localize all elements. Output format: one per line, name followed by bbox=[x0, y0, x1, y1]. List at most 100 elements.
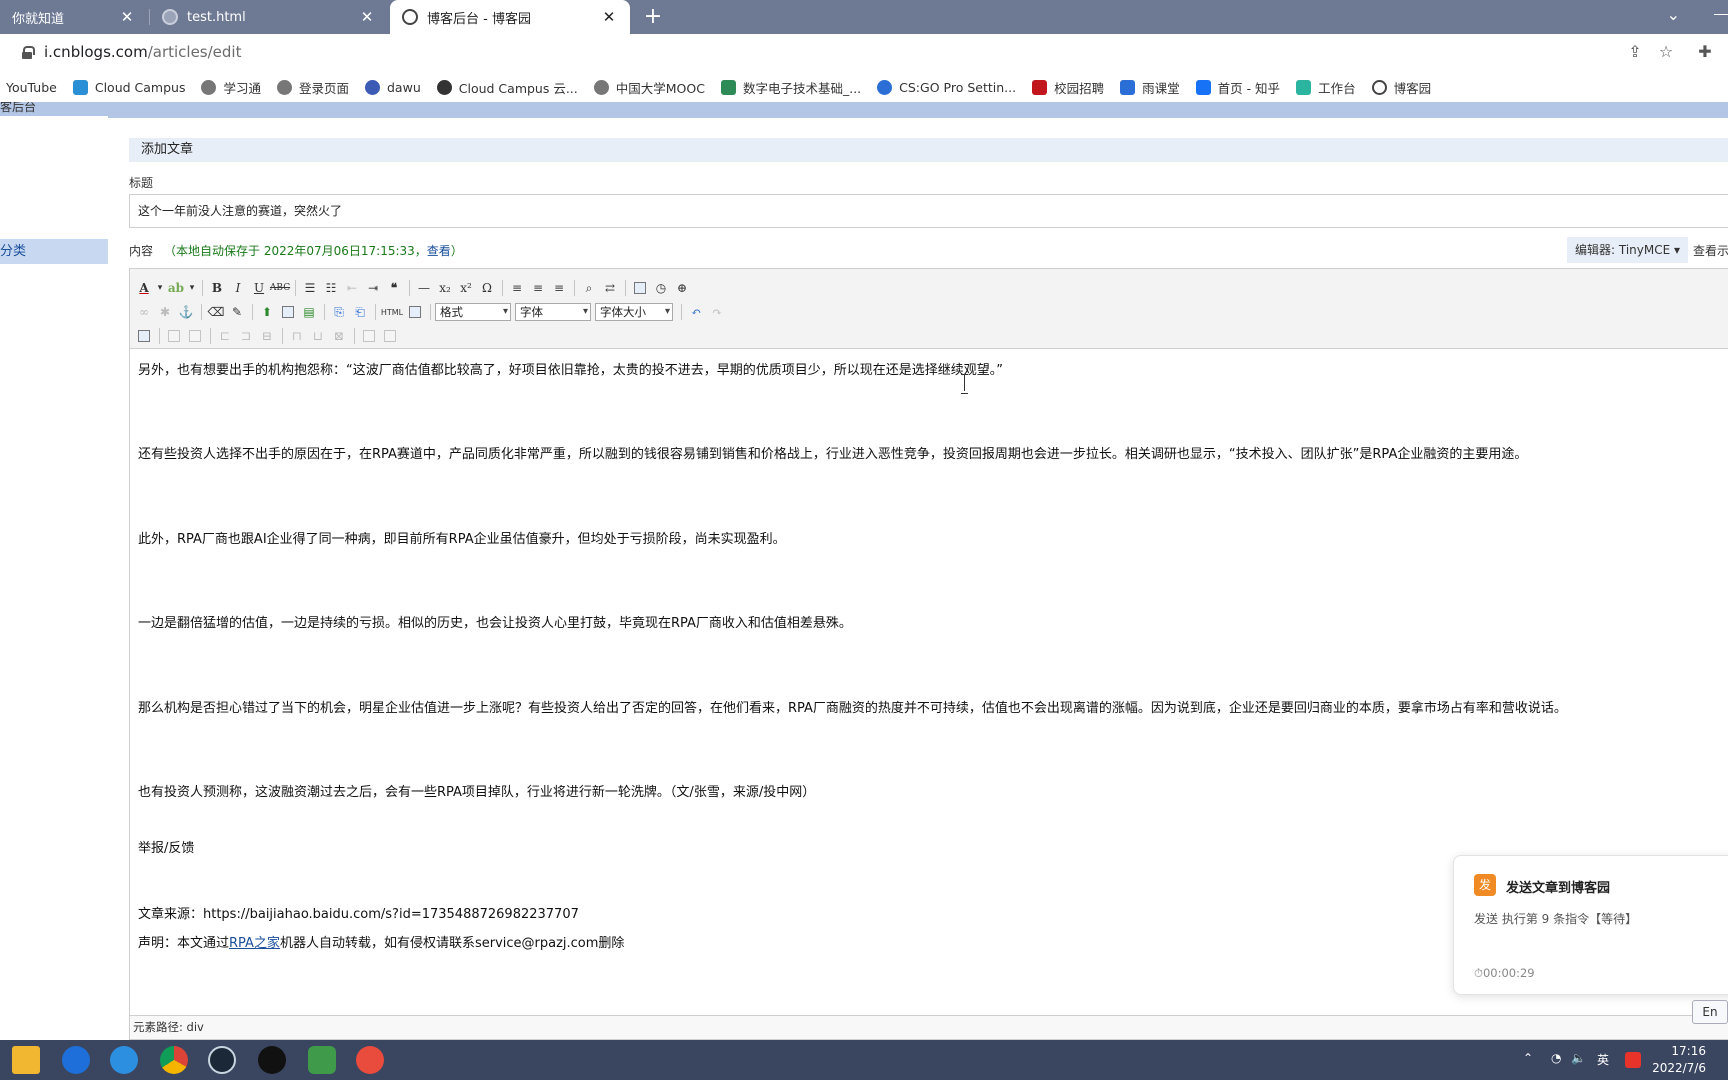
row-before-icon[interactable]: ⊏ bbox=[215, 326, 235, 346]
font-select[interactable]: 字体 bbox=[515, 303, 591, 321]
chevron-up-icon[interactable]: ⌃ bbox=[1523, 1051, 1533, 1065]
close-icon[interactable]: ✕ bbox=[118, 8, 136, 26]
delete-row-icon[interactable]: ⊟ bbox=[257, 326, 277, 346]
chevron-down-icon[interactable]: ⌄ bbox=[1667, 5, 1680, 24]
strikethrough-icon[interactable]: ABC bbox=[270, 278, 290, 298]
col-after-icon[interactable]: ⊔ bbox=[308, 326, 328, 346]
network-icon[interactable]: ◔ bbox=[1551, 1051, 1561, 1065]
bookmark-login-page[interactable]: 登录页面 bbox=[276, 78, 349, 97]
underline-icon[interactable]: U bbox=[249, 278, 269, 298]
bookmark-digital-electronics[interactable]: 数字电子技术基础_... bbox=[720, 78, 861, 97]
eraser-icon[interactable]: ⌫ bbox=[206, 302, 226, 322]
close-icon[interactable]: ✕ bbox=[358, 8, 376, 26]
bookmark-cloud-campus-2[interactable]: Cloud Campus 云... bbox=[436, 78, 578, 97]
l-app-icon[interactable] bbox=[62, 1046, 90, 1074]
anchor-icon[interactable]: ⚓ bbox=[176, 302, 196, 322]
redo-icon[interactable]: ↷ bbox=[707, 302, 727, 322]
delete-col-icon[interactable]: ⊠ bbox=[329, 326, 349, 346]
row-after-icon[interactable]: ⊐ bbox=[236, 326, 256, 346]
subscript-icon[interactable]: x₂ bbox=[435, 278, 455, 298]
clock-icon[interactable]: ◷ bbox=[651, 278, 671, 298]
format-select[interactable]: 格式 bbox=[435, 303, 511, 321]
table-props-icon[interactable] bbox=[185, 326, 205, 346]
split-cells-icon[interactable] bbox=[380, 326, 400, 346]
special-char-icon[interactable]: Ω bbox=[477, 278, 497, 298]
language-chip[interactable]: En bbox=[1692, 1000, 1728, 1024]
zoom-icon[interactable]: ⊕ bbox=[672, 278, 692, 298]
italic-icon[interactable]: I bbox=[228, 278, 248, 298]
bookmark-youtube[interactable]: YouTube bbox=[6, 80, 57, 95]
template-icon[interactable]: ⎗ bbox=[350, 302, 370, 322]
find-icon[interactable]: ⌕ bbox=[579, 278, 599, 298]
rpa-app-icon[interactable] bbox=[348, 1040, 392, 1080]
upload-icon[interactable]: ⬆ bbox=[257, 302, 277, 322]
bookmark-dawu[interactable]: dawu bbox=[365, 79, 421, 95]
bookmark-xuexitong[interactable]: 学习通 bbox=[201, 78, 261, 97]
font-size-select[interactable]: 字体大小 bbox=[595, 303, 673, 321]
unlink-icon[interactable]: ✱ bbox=[155, 302, 175, 322]
image-icon[interactable] bbox=[278, 302, 298, 322]
align-right-icon[interactable]: ≡ bbox=[549, 278, 569, 298]
bookmark-campus-recruit[interactable]: 校园招聘 bbox=[1032, 78, 1104, 97]
new-tab-button[interactable]: + bbox=[640, 4, 666, 30]
numbered-list-icon[interactable]: ☷ bbox=[321, 278, 341, 298]
qq-icon[interactable] bbox=[258, 1046, 286, 1074]
ime-indicator[interactable]: 英 bbox=[1597, 1051, 1609, 1068]
tab-ni-jiu-zhidao[interactable]: 你就知道 ✕ bbox=[0, 0, 148, 34]
sogou-icon[interactable] bbox=[1625, 1052, 1641, 1068]
blockquote-icon[interactable]: ❝ bbox=[384, 278, 404, 298]
share-icon[interactable]: ⇪ bbox=[1624, 42, 1646, 64]
undo-icon[interactable]: ↶ bbox=[686, 302, 706, 322]
url-field[interactable]: i.cnblogs.com/articles/edit bbox=[44, 43, 241, 61]
cleanup-icon[interactable]: ✎ bbox=[227, 302, 247, 322]
bullet-list-icon[interactable]: ☰ bbox=[300, 278, 320, 298]
outdent-icon[interactable]: ⇤ bbox=[342, 278, 362, 298]
html-source-button[interactable]: HTML bbox=[380, 302, 404, 322]
align-left-icon[interactable]: ≡ bbox=[507, 278, 527, 298]
bookmark-cloud-campus[interactable]: Cloud Campus bbox=[72, 79, 185, 95]
bookmark-yuketang[interactable]: 雨课堂 bbox=[1120, 78, 1180, 97]
extensions-icon[interactable]: ✚ bbox=[1694, 42, 1716, 64]
statement-link[interactable]: RPA之家 bbox=[229, 936, 280, 951]
link-icon[interactable]: ∞ bbox=[134, 302, 154, 322]
code-insert-icon[interactable]: ⎘ bbox=[329, 302, 349, 322]
chrome-icon[interactable] bbox=[160, 1046, 188, 1074]
clock[interactable]: 17:16 2022/7/6 bbox=[1652, 1043, 1706, 1077]
col-before-icon[interactable]: ⊓ bbox=[287, 326, 307, 346]
editor-switch-dropdown[interactable]: 编辑器: TinyMCE ▾ bbox=[1567, 237, 1689, 263]
font-color-icon[interactable]: A bbox=[134, 278, 154, 298]
replace-icon[interactable]: ⇄ bbox=[600, 278, 620, 298]
highlight-color-icon[interactable]: ab bbox=[166, 278, 186, 298]
paste-icon[interactable] bbox=[630, 278, 650, 298]
tab-test-html[interactable]: test.html ✕ bbox=[150, 0, 388, 34]
tab-cnblogs-admin[interactable]: 博客后台 - 博客园 ✕ bbox=[390, 0, 630, 34]
s-app-icon[interactable] bbox=[110, 1046, 138, 1074]
minimize-icon[interactable] bbox=[1698, 8, 1728, 15]
horizontal-rule-icon[interactable]: — bbox=[414, 278, 434, 298]
bookmark-zhihu[interactable]: 首页 - 知乎 bbox=[1195, 78, 1280, 97]
chevron-down-icon[interactable]: ▾ bbox=[187, 278, 197, 298]
indent-icon[interactable]: ⇥ bbox=[363, 278, 383, 298]
notification-card[interactable]: 发 发送文章到博客园 发送 执行第 9 条指令【等待】 ⏱00:00:29 bbox=[1453, 855, 1728, 995]
media-icon[interactable]: ▤ bbox=[299, 302, 319, 322]
align-center-icon[interactable]: ≡ bbox=[528, 278, 548, 298]
bold-icon[interactable]: B bbox=[207, 278, 227, 298]
merge-cells-icon[interactable] bbox=[359, 326, 379, 346]
bookmark-workbench[interactable]: 工作台 bbox=[1296, 78, 1356, 97]
preview-link[interactable]: 查看示 bbox=[1693, 242, 1728, 259]
sidebar-item-category[interactable]: 分类 bbox=[0, 239, 108, 264]
edit-icon[interactable] bbox=[134, 326, 154, 346]
close-icon[interactable]: ✕ bbox=[600, 8, 618, 26]
bookmark-cnblogs[interactable]: 博客园 bbox=[1371, 78, 1431, 97]
bookmark-mooc[interactable]: 中国大学MOOC bbox=[593, 78, 705, 97]
title-input[interactable]: 这个一年前没人注意的赛道，突然火了 bbox=[129, 194, 1728, 228]
lock-icon[interactable] bbox=[22, 46, 35, 59]
bookmark-csgo[interactable]: CS:GO Pro Settin... bbox=[877, 79, 1016, 95]
star-icon[interactable]: ☆ bbox=[1655, 42, 1677, 64]
steam-icon[interactable] bbox=[208, 1046, 236, 1074]
chevron-down-icon[interactable]: ▾ bbox=[155, 278, 165, 298]
volume-icon[interactable]: 🔈 bbox=[1571, 1051, 1586, 1065]
autosave-view-link[interactable]: 查看 bbox=[427, 244, 451, 258]
b-app-icon[interactable] bbox=[308, 1046, 336, 1074]
file-explorer-icon[interactable] bbox=[12, 1046, 40, 1074]
